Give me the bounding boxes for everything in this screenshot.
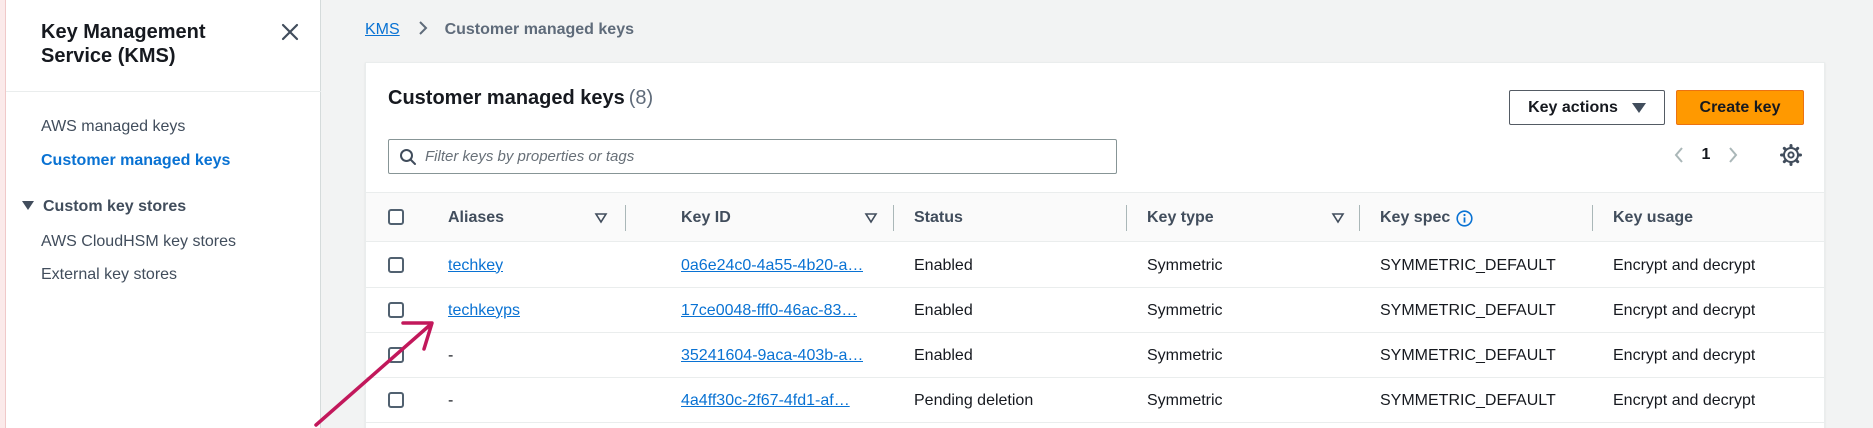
column-divider[interactable] (1359, 205, 1360, 231)
key-spec-text: SYMMETRIC_DEFAULT (1380, 346, 1556, 364)
key-id-link[interactable]: 0a6e24c0-4a55-4b20-a… (681, 257, 863, 275)
key-actions-label: Key actions (1528, 98, 1618, 116)
key-id-link[interactable]: 4a4ff30c-2f67-4fd1-af… (681, 392, 850, 410)
key-spec-text: SYMMETRIC_DEFAULT (1380, 391, 1556, 409)
sidebar-section-label: Custom key stores (43, 198, 187, 215)
key-usage-text: Encrypt and decrypt (1613, 256, 1756, 274)
keys-table-container: Customer managed keys (8) Key actions Cre… (365, 62, 1825, 428)
row-checkbox[interactable] (388, 347, 404, 363)
column-header-key-type[interactable]: Key type (1147, 193, 1214, 243)
key-type-text: Symmetric (1147, 301, 1223, 319)
alias-link[interactable]: techkey (448, 257, 503, 275)
page-number[interactable]: 1 (1691, 146, 1721, 164)
key-count: (8) (628, 87, 654, 109)
column-divider[interactable] (1126, 205, 1127, 231)
caret-down-icon (22, 201, 34, 210)
column-header-key-id[interactable]: Key ID (681, 193, 731, 243)
pagination: 1 (1667, 143, 1745, 167)
breadcrumb-current: Customer managed keys (444, 21, 634, 38)
filter-search-box[interactable] (388, 139, 1117, 174)
key-actions-button[interactable]: Key actions (1509, 90, 1665, 125)
sort-icon[interactable] (1331, 211, 1345, 225)
search-icon (399, 148, 417, 166)
key-usage-text: Encrypt and decrypt (1613, 391, 1756, 409)
chevron-right-icon[interactable] (1721, 143, 1745, 167)
table-row[interactable]: techkeyps 17ce0048-fff0-46ac-83… Enabled… (366, 288, 1824, 333)
close-icon[interactable] (278, 20, 302, 44)
create-key-button[interactable]: Create key (1676, 90, 1804, 125)
key-type-text: Symmetric (1147, 256, 1223, 274)
key-id-link[interactable]: 35241604-9aca-403b-a… (681, 347, 863, 365)
sidebar-divider (6, 91, 321, 92)
key-usage-text: Encrypt and decrypt (1613, 346, 1756, 364)
alias-link[interactable]: techkeyps (448, 302, 520, 320)
status-text: Enabled (914, 346, 973, 364)
info-icon[interactable] (1456, 209, 1473, 227)
table-row[interactable]: techkey 0a6e24c0-4a55-4b20-a… Enabled Sy… (366, 243, 1824, 288)
column-divider[interactable] (1592, 205, 1593, 231)
table-row[interactable]: - 4a4ff30c-2f67-4fd1-af… Pending deletio… (366, 378, 1824, 423)
chevron-right-icon (418, 21, 428, 39)
column-header-aliases[interactable]: Aliases (448, 193, 504, 243)
column-divider[interactable] (893, 205, 894, 231)
column-divider[interactable] (625, 205, 626, 231)
sidebar-item-cloudhsm-key-stores[interactable]: AWS CloudHSM key stores (41, 233, 236, 251)
sidebar-item-customer-managed-keys[interactable]: Customer managed keys (41, 152, 230, 170)
sort-icon[interactable] (864, 211, 878, 225)
status-text: Enabled (914, 256, 973, 274)
column-header-status[interactable]: Status (914, 193, 963, 243)
sidebar-item-external-key-stores[interactable]: External key stores (41, 266, 177, 284)
column-header-key-usage[interactable]: Key usage (1613, 193, 1693, 243)
sidebar-title: Key Management Service (KMS) (41, 21, 206, 67)
select-all-checkbox[interactable] (388, 209, 404, 225)
column-header-key-spec[interactable]: Key spec (1380, 193, 1473, 243)
sidebar: Key Management Service (KMS) AWS managed… (6, 0, 321, 428)
row-checkbox[interactable] (388, 257, 404, 273)
column-header-key-spec-label: Key spec (1380, 209, 1451, 226)
table-row[interactable]: - 35241604-9aca-403b-a… Enabled Symmetri… (366, 333, 1824, 378)
key-usage-text: Encrypt and decrypt (1613, 301, 1756, 319)
key-id-link[interactable]: 17ce0048-fff0-46ac-83… (681, 302, 857, 320)
sidebar-section-custom-key-stores[interactable]: Custom key stores (22, 198, 186, 216)
alias-text: - (448, 391, 454, 409)
page-title-text: Customer managed keys (388, 87, 625, 109)
sort-icon[interactable] (594, 211, 608, 225)
key-type-text: Symmetric (1147, 346, 1223, 364)
status-text: Pending deletion (914, 391, 1034, 409)
chevron-left-icon[interactable] (1667, 143, 1691, 167)
row-checkbox[interactable] (388, 302, 404, 318)
sidebar-item-aws-managed-keys[interactable]: AWS managed keys (41, 118, 185, 136)
gear-icon[interactable] (1779, 143, 1803, 167)
key-spec-text: SYMMETRIC_DEFAULT (1380, 301, 1556, 319)
breadcrumb: KMS Customer managed keys (365, 21, 634, 39)
key-type-text: Symmetric (1147, 391, 1223, 409)
table-header: Aliases Key ID Status Key type Key spec … (366, 192, 1824, 242)
status-text: Enabled (914, 301, 973, 319)
caret-down-icon (1631, 102, 1646, 113)
row-checkbox[interactable] (388, 392, 404, 408)
filter-search-input[interactable] (425, 140, 1105, 173)
page-title: Customer managed keys (8) (388, 87, 653, 110)
alias-text: - (448, 346, 454, 364)
breadcrumb-kms-link[interactable]: KMS (365, 21, 400, 38)
key-spec-text: SYMMETRIC_DEFAULT (1380, 256, 1556, 274)
